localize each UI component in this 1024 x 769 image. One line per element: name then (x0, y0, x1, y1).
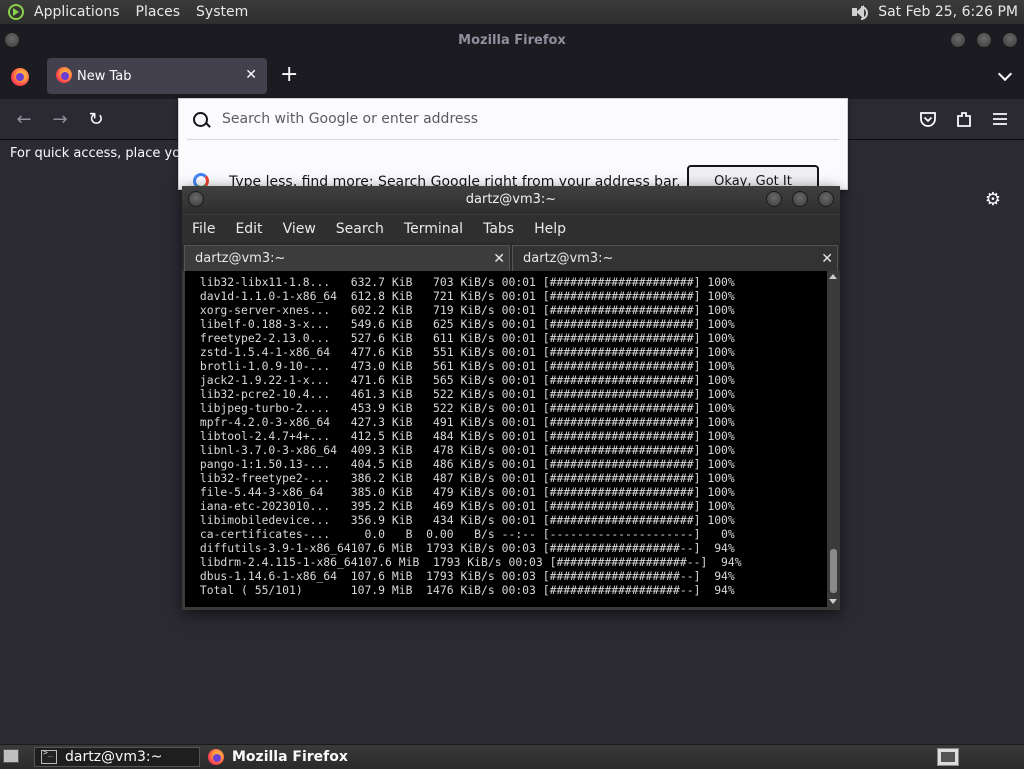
url-input[interactable]: Search with Google or enter address (187, 99, 839, 140)
bottom-taskbar: dartz@vm3:~ Mozilla Firefox (0, 744, 1024, 769)
terminal-line: brotli-1.0.9-10-... 473.0 KiB 561 KiB/s … (193, 359, 735, 373)
url-placeholder: Search with Google or enter address (222, 111, 479, 127)
terminal-tab-close-icon[interactable]: ✕ (821, 246, 833, 272)
list-all-tabs-icon[interactable] (997, 66, 1013, 82)
terminal-line: file-5.44-3-x86_64 385.0 KiB 479 KiB/s 0… (193, 485, 735, 499)
minimize-button[interactable] (950, 32, 966, 48)
close-window-button[interactable] (1002, 32, 1018, 48)
top-panel: Applications Places System Sat Feb 25, 6… (0, 0, 1024, 25)
terminal-menu-edit[interactable]: Edit (225, 221, 272, 237)
back-icon[interactable]: ← (12, 107, 36, 131)
terminal-tab-1[interactable]: dartz@vm3:~ ✕ (184, 245, 510, 271)
terminal-lines: lib32-libx11-1.8... 632.7 KiB 703 KiB/s … (193, 275, 827, 597)
terminal-menubar: File Edit View Search Terminal Tabs Help (182, 215, 840, 243)
newtab-settings-gear-icon[interactable]: ⚙ (983, 190, 1003, 210)
volume-icon[interactable] (850, 4, 869, 20)
firefox-window-title: Mozilla Firefox (458, 32, 566, 48)
pocket-icon[interactable] (917, 108, 939, 130)
terminal-line: libtool-2.4.7+4+... 412.5 KiB 484 KiB/s … (193, 429, 735, 443)
menu-places[interactable]: Places (128, 4, 189, 20)
terminal-window: dartz@vm3:~ File Edit View Search Termin… (182, 186, 840, 610)
reload-icon[interactable]: ↻ (84, 107, 108, 131)
terminal-output[interactable]: lib32-libx11-1.8... 632.7 KiB 703 KiB/s … (185, 271, 827, 607)
terminal-maximize-button[interactable] (792, 191, 808, 207)
window-menu-button[interactable] (4, 32, 20, 48)
terminal-line: lib32-freetype2-... 386.2 KiB 487 KiB/s … (193, 471, 735, 485)
terminal-line: zstd-1.5.4-1-x86_64 477.6 KiB 551 KiB/s … (193, 345, 735, 359)
terminal-line: jack2-1.9.22-1-x... 471.6 KiB 565 KiB/s … (193, 373, 735, 387)
terminal-menu-file[interactable]: File (182, 221, 225, 237)
terminal-line: libnl-3.7.0-3-x86_64 409.3 KiB 478 KiB/s… (193, 443, 735, 457)
urlbar-dropdown: Search with Google or enter address Type… (178, 98, 848, 190)
terminal-line: libjpeg-turbo-2.... 453.9 KiB 522 KiB/s … (193, 401, 735, 415)
scrollbar-thumb[interactable] (830, 549, 837, 593)
terminal-tab-2[interactable]: dartz@vm3:~ ✕ (512, 245, 838, 271)
taskbar-item-terminal[interactable]: dartz@vm3:~ (34, 747, 200, 767)
terminal-minimize-button[interactable] (766, 191, 782, 207)
tab-label: New Tab (77, 68, 132, 84)
panel-clock[interactable]: Sat Feb 25, 6:26 PM (878, 4, 1018, 20)
distro-logo-icon[interactable] (8, 4, 24, 20)
search-icon (193, 111, 208, 127)
new-tab-button[interactable]: + (280, 64, 298, 86)
terminal-line: diffutils-3.9-1-x86_64107.6 MiB 1793 KiB… (193, 541, 735, 555)
terminal-menu-view[interactable]: View (273, 221, 326, 237)
terminal-close-button[interactable] (818, 191, 834, 207)
terminal-tabbar: dartz@vm3:~ ✕ dartz@vm3:~ ✕ (182, 243, 840, 271)
terminal-tab-close-icon[interactable]: ✕ (493, 246, 505, 272)
tab-new-tab[interactable]: New Tab ✕ (47, 58, 267, 94)
terminal-menu-tabs[interactable]: Tabs (473, 221, 524, 237)
terminal-line: pango-1:1.50.13-... 404.5 KiB 486 KiB/s … (193, 457, 735, 471)
terminal-menu-help[interactable]: Help (524, 221, 576, 237)
taskbar-item-firefox[interactable]: Mozilla Firefox (204, 747, 508, 767)
show-desktop-icon[interactable] (3, 749, 19, 763)
terminal-line: dav1d-1.1.0-1-x86_64 612.8 KiB 721 KiB/s… (193, 289, 735, 303)
terminal-scrollbar[interactable] (827, 271, 840, 607)
terminal-line: xorg-server-xnes... 602.2 KiB 719 KiB/s … (193, 303, 735, 317)
terminal-menu-terminal[interactable]: Terminal (394, 221, 473, 237)
scroll-down-arrow-icon[interactable] (829, 599, 837, 604)
extensions-icon[interactable] (953, 108, 975, 130)
terminal-line: lib32-libx11-1.8... 632.7 KiB 703 KiB/s … (193, 275, 735, 289)
terminal-title: dartz@vm3:~ (465, 192, 557, 207)
terminal-line: libdrm-2.4.115-1-x86_64107.6 MiB 1793 Ki… (193, 555, 742, 569)
terminal-line: ca-certificates-... 0.0 B 0.00 B/s --:--… (193, 527, 735, 541)
firefox-icon (208, 749, 224, 765)
taskbar-item-label: dartz@vm3:~ (65, 749, 163, 765)
workspace-switcher-icon[interactable] (937, 748, 959, 766)
terminal-icon (41, 748, 57, 764)
taskbar-item-label: Mozilla Firefox (232, 749, 348, 765)
terminal-line: mpfr-4.2.0-3-x86_64 427.3 KiB 491 KiB/s … (193, 415, 735, 429)
terminal-window-menu-button[interactable] (188, 191, 204, 207)
terminal-line: libimobiledevice... 356.9 KiB 434 KiB/s … (193, 513, 735, 527)
firefox-view-icon[interactable] (11, 68, 29, 86)
terminal-line: freetype2-2.13.0... 527.6 KiB 611 KiB/s … (193, 331, 735, 345)
firefox-tabbar: New Tab ✕ + (0, 55, 1024, 99)
menu-system[interactable]: System (188, 4, 256, 20)
scroll-up-arrow-icon[interactable] (829, 274, 837, 279)
terminal-tab-label: dartz@vm3:~ (523, 251, 614, 266)
terminal-menu-search[interactable]: Search (326, 221, 394, 237)
bookmarks-hint-text: For quick access, place your (10, 146, 194, 161)
tab-close-icon[interactable]: ✕ (245, 67, 257, 83)
terminal-line: Total ( 55/101) 107.9 MiB 1476 KiB/s 00:… (193, 583, 735, 597)
terminal-line: dbus-1.14.6-1-x86_64 107.6 MiB 1793 KiB/… (193, 569, 735, 583)
hamburger-menu-icon[interactable] (989, 108, 1011, 130)
terminal-titlebar[interactable]: dartz@vm3:~ (182, 186, 840, 214)
terminal-line: libelf-0.188-3-x... 549.6 KiB 625 KiB/s … (193, 317, 735, 331)
forward-icon[interactable]: → (48, 107, 72, 131)
firefox-tab-icon (56, 67, 72, 83)
terminal-line: iana-etc-2023010... 395.2 KiB 469 KiB/s … (193, 499, 735, 513)
terminal-line: lib32-pcre2-10.4... 461.3 KiB 522 KiB/s … (193, 387, 735, 401)
maximize-button[interactable] (976, 32, 992, 48)
panel-right-area: Sat Feb 25, 6:26 PM (850, 4, 1024, 20)
menu-applications[interactable]: Applications (26, 4, 128, 20)
firefox-titlebar[interactable]: Mozilla Firefox (0, 25, 1024, 55)
terminal-tab-label: dartz@vm3:~ (195, 251, 286, 266)
